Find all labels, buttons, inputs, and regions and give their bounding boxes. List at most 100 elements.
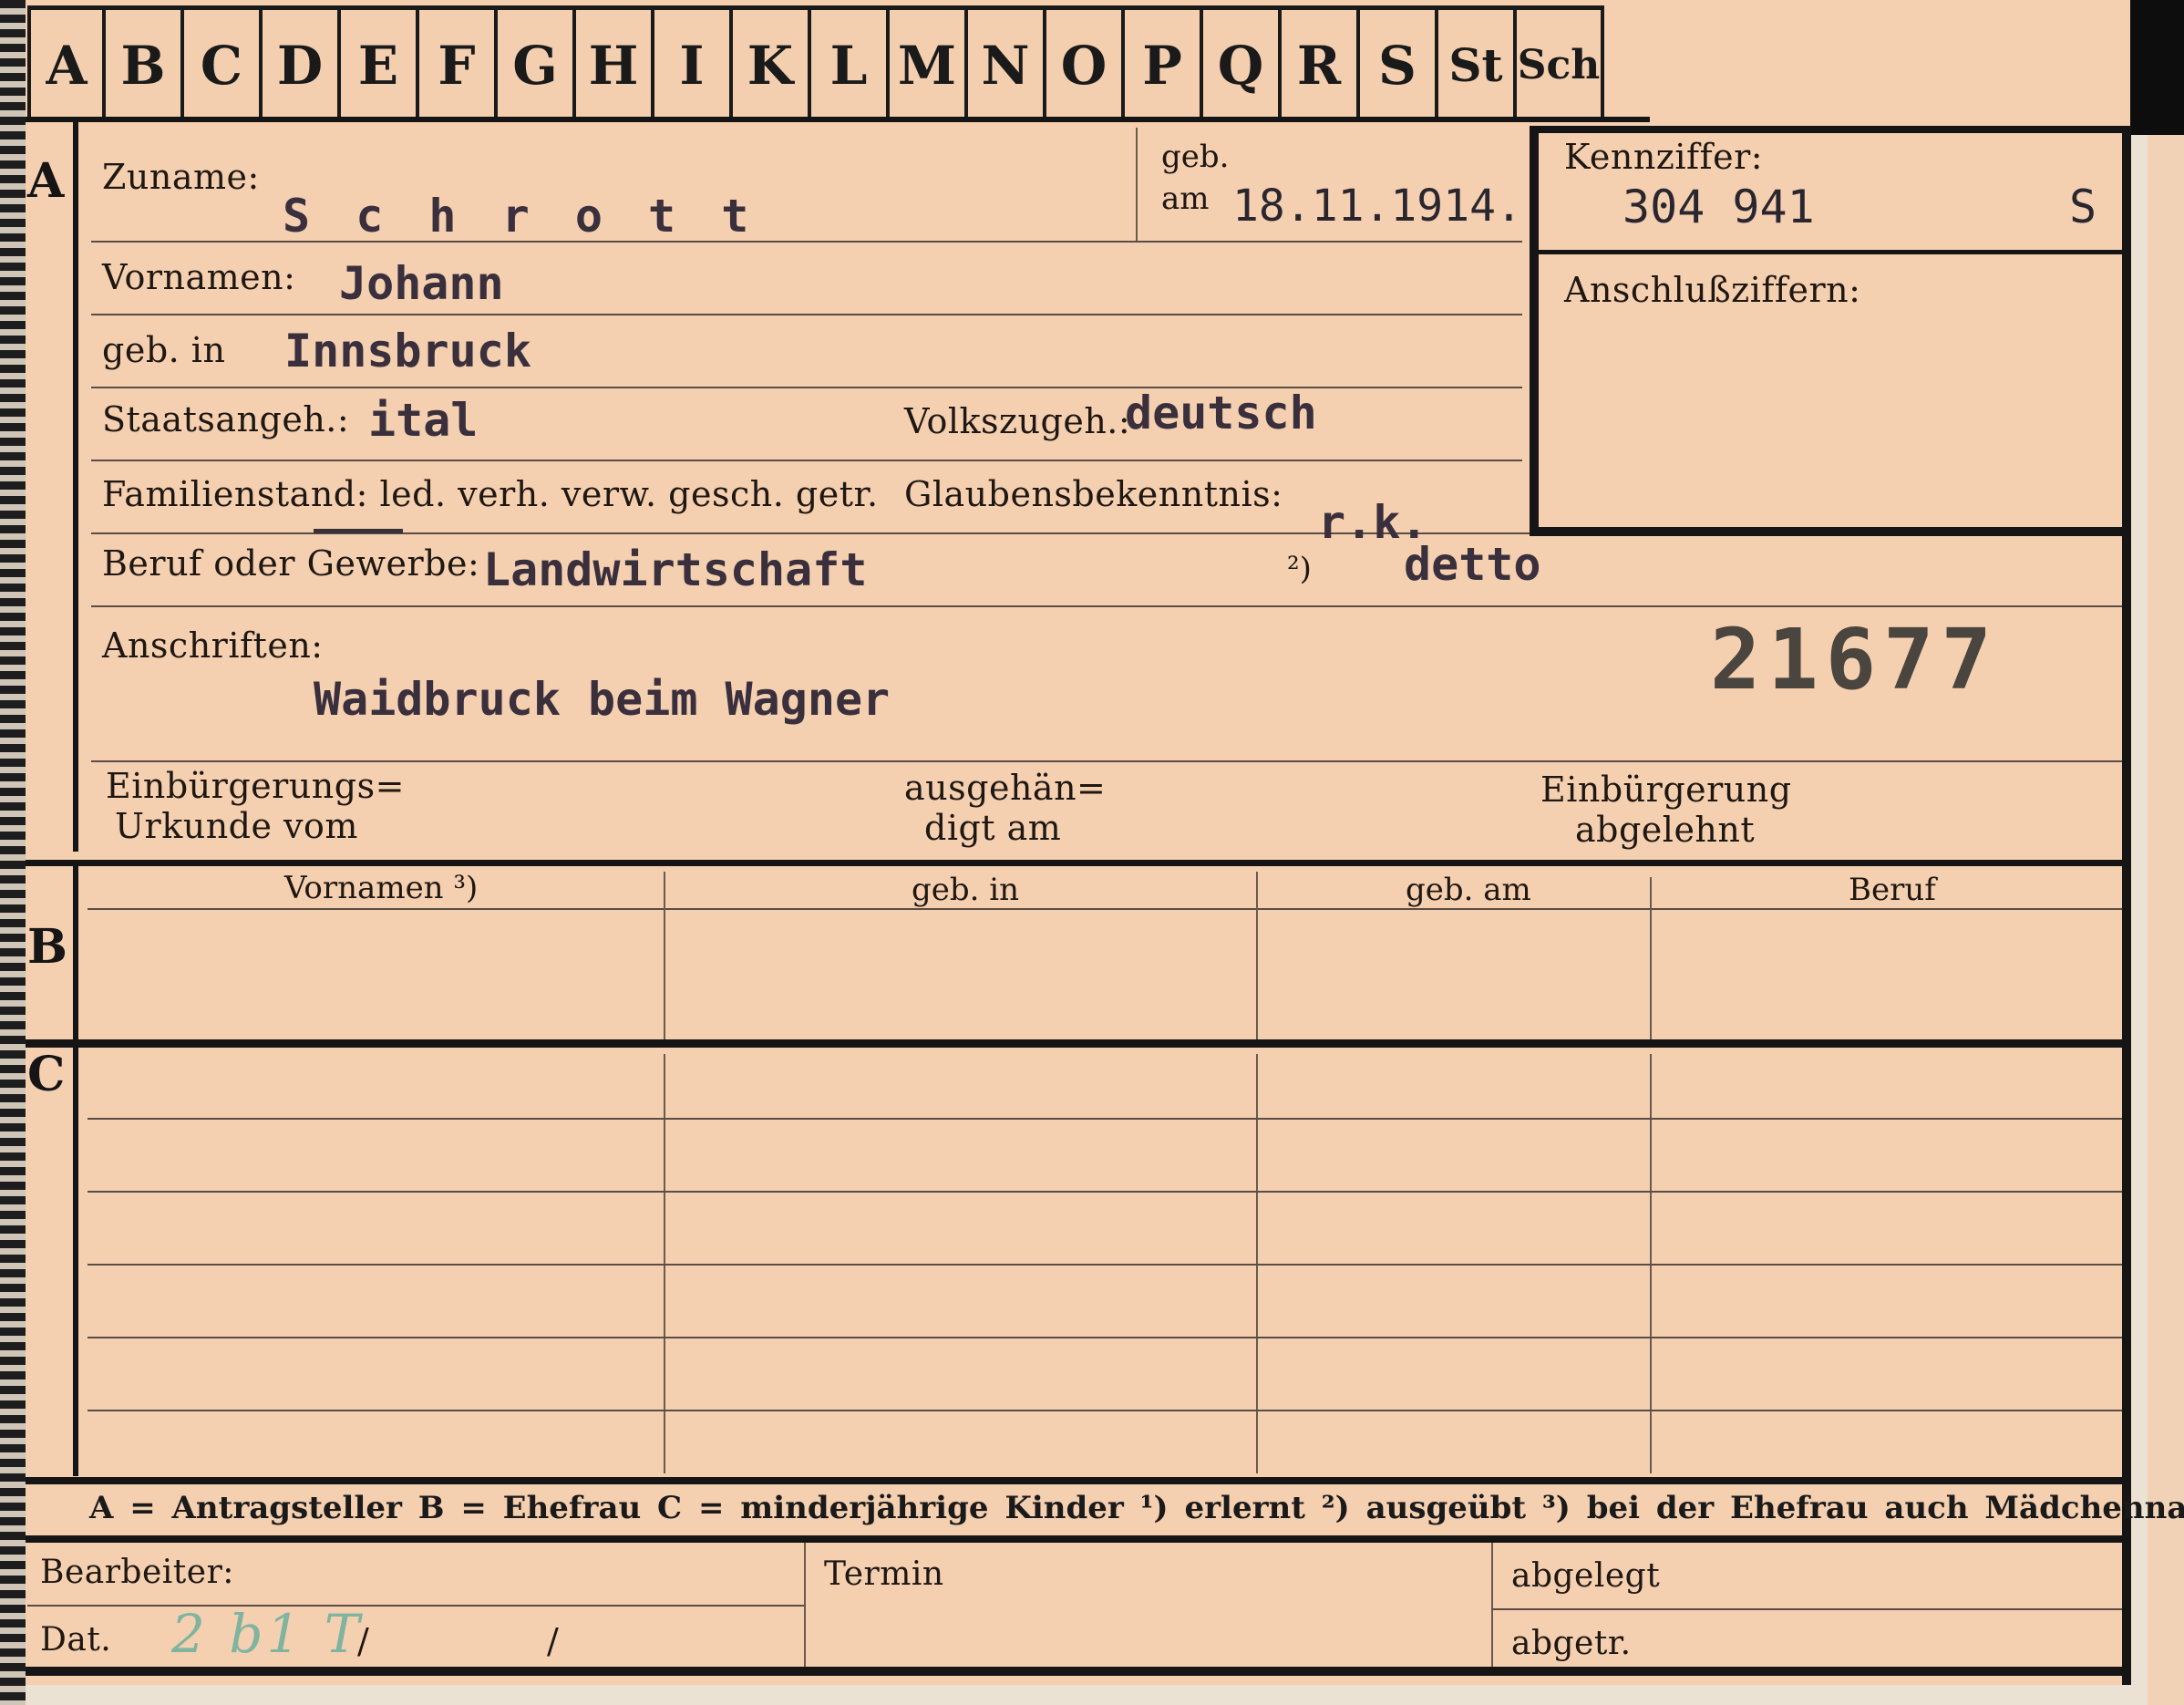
- gebin-label: geb. in: [102, 330, 226, 370]
- row-rule-vornamen: [91, 314, 1522, 315]
- section-letter-b: B: [27, 919, 67, 975]
- table-b-header-vornamen: Vornamen ³): [284, 870, 479, 906]
- datum-label: Dat.: [40, 1621, 112, 1658]
- section-letter-c: C: [27, 1047, 66, 1102]
- kennziffer-value[interactable]: 304 941: [1623, 181, 1815, 233]
- bearbeiter-label: Bearbeiter:: [40, 1554, 234, 1591]
- footer-col-1: [804, 1543, 806, 1667]
- tab-d[interactable]: D: [263, 5, 341, 120]
- tab-g[interactable]: G: [498, 5, 576, 120]
- row-rule-anschriften: [91, 760, 2122, 762]
- abgetragen-label: abgetr.: [1511, 1625, 1632, 1662]
- table-b-col-2: [1256, 872, 1258, 1039]
- zuname-label: Zuname:: [102, 157, 260, 197]
- card-edge: [2148, 135, 2184, 1705]
- staatsangehoerigkeit-label: Staatsangeh.:: [102, 399, 350, 439]
- geb-column-divider: [1136, 128, 1138, 241]
- table-c-row-rule: [88, 1264, 2122, 1266]
- anschlussziffern-label: Anschlußziffern:: [1564, 270, 1861, 310]
- tab-m[interactable]: M: [890, 5, 968, 120]
- legend-top-rule: [26, 1477, 2131, 1484]
- row-rule-familien: [91, 532, 1530, 534]
- tab-o[interactable]: O: [1046, 5, 1125, 120]
- legend-line: A = Antragsteller B = Ehefrau C = minder…: [89, 1490, 2184, 1526]
- tab-q[interactable]: Q: [1203, 5, 1282, 120]
- table-c-row-rule: [88, 1118, 2122, 1120]
- staatsangehoerigkeit-value[interactable]: ital: [368, 394, 478, 447]
- kennziffer-box-top: [1530, 126, 2131, 133]
- section-bc-rule: [26, 1039, 2131, 1048]
- section-letter-a: A: [27, 153, 65, 209]
- ausgehaendigt-label-1: ausgehän=: [904, 768, 1107, 808]
- tab-k[interactable]: K: [733, 5, 811, 120]
- footer-row-rule-right: [1491, 1608, 2122, 1610]
- tab-a[interactable]: A: [27, 5, 106, 120]
- anschriften-label: Anschriften:: [102, 625, 324, 666]
- alphabet-tab-bar: A B C D E F G H I K L M N O P Q R S St S…: [27, 5, 1604, 120]
- ausgeuebt-value[interactable]: detto: [1404, 538, 1541, 591]
- kennziffer-divider: [1539, 250, 2124, 254]
- geb-label: geb.: [1161, 139, 1230, 175]
- volkszugehoerigkeit-value[interactable]: deutsch: [1125, 387, 1317, 439]
- card-bottom-rule: [26, 1667, 2131, 1676]
- table-c-row-rule: [88, 1337, 2122, 1338]
- glaubensbekenntnis-label: Glaubensbekenntnis:: [904, 474, 1283, 514]
- tab-bar-bottom-rule: [26, 117, 1650, 122]
- beruf-label: Beruf oder Gewerbe:: [102, 543, 480, 584]
- tab-e[interactable]: E: [341, 5, 419, 120]
- legend-bottom-rule: [26, 1535, 2131, 1543]
- anschriften-value[interactable]: Waidbruck beim Wagner: [314, 673, 890, 726]
- tab-i[interactable]: I: [654, 5, 733, 120]
- section-c-divider: [73, 1048, 78, 1476]
- einbuergerung-abgelehnt-label-2: abgelehnt: [1575, 810, 1756, 850]
- einbuergerungsurkunde-label-1: Einbürgerungs=: [106, 766, 405, 806]
- einbuergerungsurkunde-label-2: Urkunde vom: [115, 806, 358, 846]
- tab-l[interactable]: L: [811, 5, 890, 120]
- tab-b[interactable]: B: [106, 5, 184, 120]
- geb-am-value[interactable]: 18.11.1914.: [1232, 181, 1522, 232]
- familienstand-underline-led: [314, 529, 403, 533]
- table-b-col-1: [664, 872, 665, 1039]
- tab-p[interactable]: P: [1125, 5, 1203, 120]
- section-a-divider: [73, 122, 78, 852]
- tab-n[interactable]: N: [968, 5, 1046, 120]
- kennziffer-box-left: [1530, 126, 1539, 536]
- beruf-value[interactable]: Landwirtschaft: [483, 543, 867, 596]
- section-ab-rule: [26, 860, 2131, 866]
- section-b-divider: [73, 866, 78, 1039]
- zuname-value[interactable]: S c h r o t t: [283, 190, 757, 243]
- footer-col-2: [1491, 1543, 1493, 1667]
- table-b-col-3: [1650, 877, 1652, 1039]
- am-label: am: [1161, 181, 1210, 217]
- termin-label: Termin: [824, 1555, 944, 1593]
- tab-s[interactable]: S: [1360, 5, 1438, 120]
- datum-slash-2: /: [547, 1621, 560, 1661]
- vornamen-value[interactable]: Johann: [339, 257, 504, 310]
- perforated-edge: [0, 0, 26, 1705]
- familienstand-label: Familienstand: led. verh. verw. gesch. g…: [102, 474, 879, 514]
- tab-st[interactable]: St: [1438, 5, 1517, 120]
- tab-r[interactable]: R: [1282, 5, 1360, 120]
- footer-row-rule-left: [27, 1605, 804, 1607]
- einbuergerung-abgelehnt-label-1: Einbürgerung: [1540, 770, 1792, 810]
- vornamen-label: Vornamen:: [102, 257, 296, 297]
- row-rule-beruf: [91, 605, 2122, 607]
- table-c-row-rule: [88, 1410, 2122, 1411]
- tab-sch[interactable]: Sch: [1517, 5, 1604, 120]
- footnote-2-marker: ²): [1287, 551, 1312, 587]
- tab-f[interactable]: F: [419, 5, 498, 120]
- row-rule-staats: [91, 460, 1522, 461]
- table-b-header-gebam: geb. am: [1406, 872, 1531, 908]
- table-b-header-rule: [88, 908, 2122, 910]
- gebin-value[interactable]: Innsbruck: [284, 325, 531, 377]
- card-right-border: [2122, 126, 2131, 1685]
- datum-handwritten[interactable]: 2 b1 T: [171, 1603, 364, 1665]
- abgelegt-label: abgelegt: [1511, 1557, 1661, 1595]
- table-c-row-rule: [88, 1191, 2122, 1193]
- kennziffer-suffix[interactable]: S: [2069, 181, 2096, 233]
- ausgehaendigt-label-2: digt am: [924, 808, 1062, 848]
- table-b-header-gebin: geb. in: [912, 872, 1020, 908]
- kennziffer-label: Kennziffer:: [1564, 137, 1764, 177]
- tab-c[interactable]: C: [184, 5, 263, 120]
- tab-h[interactable]: H: [576, 5, 654, 120]
